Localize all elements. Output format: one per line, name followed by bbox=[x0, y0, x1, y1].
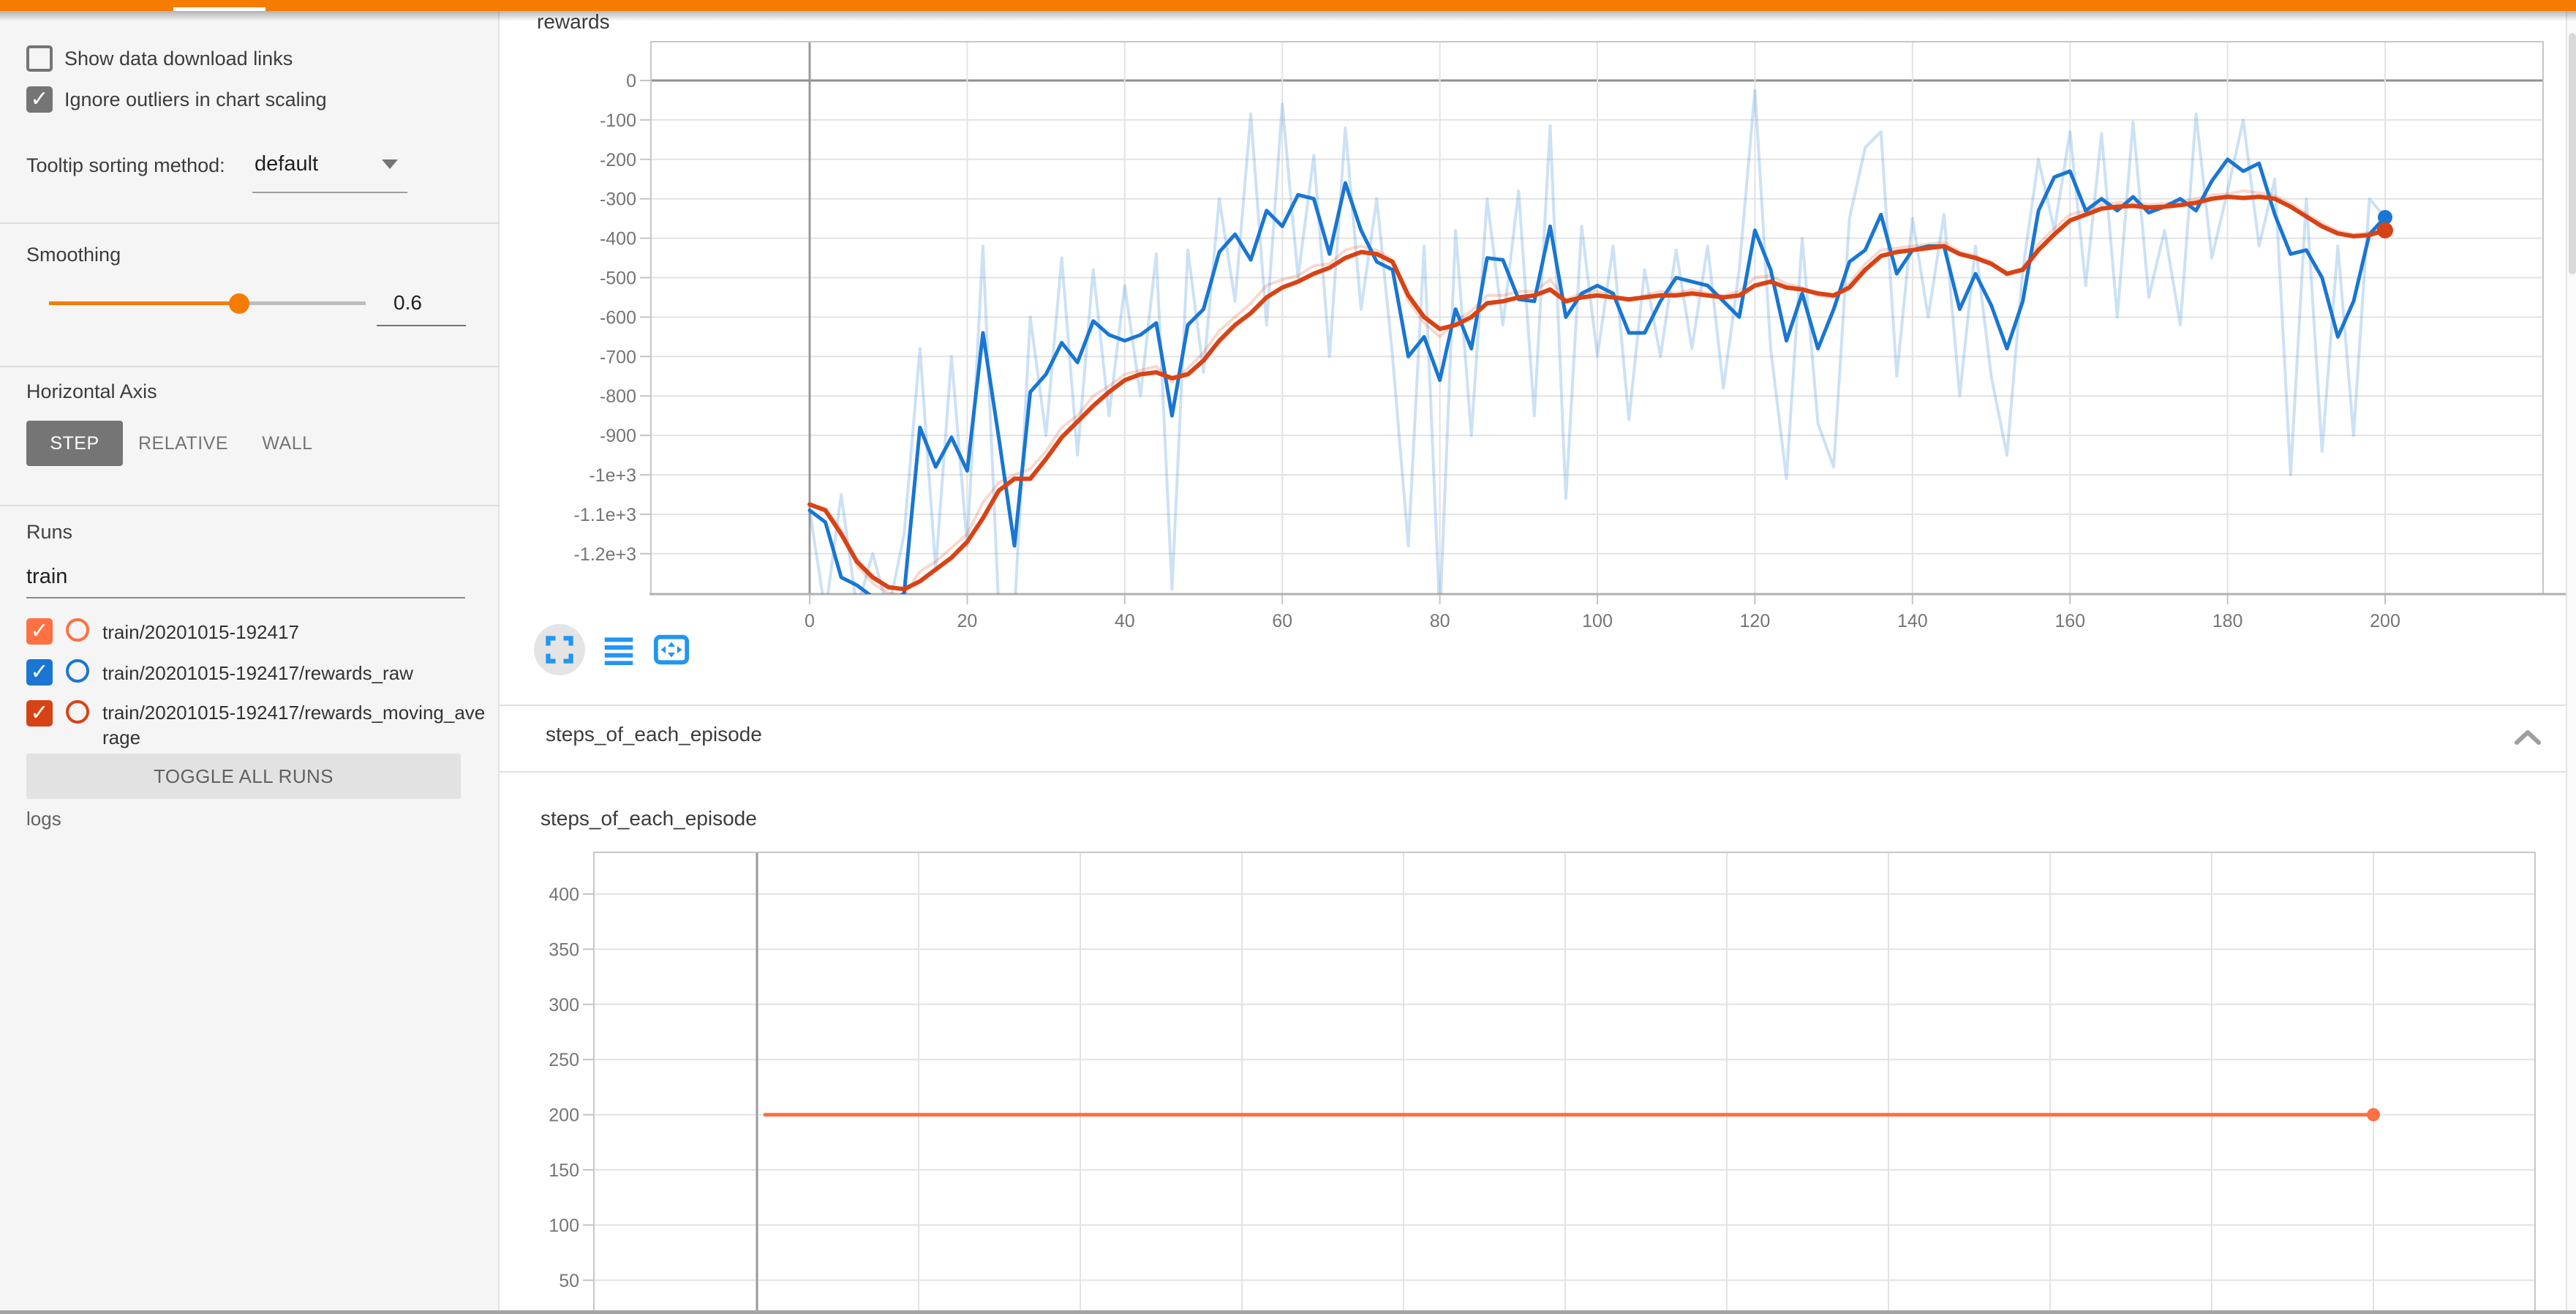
y-tick-label: 0 bbox=[626, 71, 636, 91]
run3-checkbox[interactable]: ✓ bbox=[26, 700, 53, 727]
y-tick-label: -1.2e+3 bbox=[574, 544, 637, 565]
show-download-links-label: Show data download links bbox=[64, 48, 293, 70]
tooltip-sort-underline bbox=[252, 192, 407, 193]
toggle-all-runs-button[interactable]: TOGGLE ALL RUNS bbox=[26, 754, 461, 799]
run-row[interactable]: ✓ train/20201015-192417/rewards_raw bbox=[26, 659, 486, 686]
y-tick-label: 350 bbox=[549, 939, 579, 960]
divider bbox=[0, 222, 500, 224]
check-icon: ✓ bbox=[30, 87, 48, 111]
y-tick-label: -1e+3 bbox=[589, 465, 636, 486]
y-tick-label: -900 bbox=[600, 426, 636, 446]
x-tick-label: 200 bbox=[2370, 611, 2400, 631]
window-bottom-edge bbox=[0, 1310, 2576, 1314]
y-tick-label: 50 bbox=[559, 1271, 579, 1291]
menu-bars-icon bbox=[603, 634, 634, 665]
dropdown-arrow-icon bbox=[382, 159, 398, 169]
run1-radio-icon[interactable] bbox=[66, 618, 89, 642]
x-tick-label: 80 bbox=[1430, 611, 1450, 631]
run-row[interactable]: ✓ train/20201015-192417/rewards_moving_a… bbox=[26, 700, 486, 750]
haxis-wall-button[interactable]: WALL bbox=[244, 421, 331, 466]
x-tick-label: 160 bbox=[2055, 611, 2085, 631]
expand-chart-button[interactable] bbox=[534, 624, 585, 675]
runs-filter-underline bbox=[26, 597, 465, 598]
run1-checkbox[interactable]: ✓ bbox=[26, 618, 53, 645]
y-tick-label: 250 bbox=[549, 1050, 579, 1070]
tooltip-sort-select[interactable]: default bbox=[255, 152, 318, 176]
ignore-outliers-row[interactable]: ✓ Ignore outliers in chart scaling bbox=[26, 86, 327, 113]
steps-chart-title: steps_of_each_episode bbox=[541, 807, 757, 830]
y-tick-label: -1.1e+3 bbox=[574, 505, 637, 525]
check-icon: ✓ bbox=[30, 701, 48, 725]
fit-domain-button[interactable] bbox=[652, 631, 690, 669]
divider bbox=[0, 505, 500, 506]
x-tick-label: 180 bbox=[2212, 611, 2243, 631]
y-tick-label: -100 bbox=[600, 110, 636, 131]
run2-radio-icon[interactable] bbox=[66, 659, 89, 683]
active-tab-indicator bbox=[173, 7, 265, 11]
settings-sidebar: Show data download links ✓ Ignore outlie… bbox=[0, 11, 500, 1314]
smoothing-value-underline bbox=[377, 325, 466, 326]
smoothing-slider-fill bbox=[49, 301, 239, 305]
steps-chart[interactable] bbox=[594, 852, 2535, 1314]
tooltip-sort-label: Tooltip sorting method: bbox=[26, 154, 225, 177]
run-row[interactable]: ✓ train/20201015-192417 bbox=[26, 618, 486, 645]
y-tick-label: -500 bbox=[600, 269, 636, 289]
runs-label: Runs bbox=[26, 521, 72, 544]
rewards-chart-title: rewards bbox=[537, 10, 610, 34]
horizontal-axis-label: Horizontal Axis bbox=[26, 380, 157, 403]
check-icon: ✓ bbox=[30, 660, 48, 684]
show-download-links-checkbox[interactable] bbox=[26, 45, 53, 72]
tensorboard-page: Show data download links ✓ Ignore outlie… bbox=[0, 0, 2576, 1314]
x-tick-label: 40 bbox=[1115, 611, 1135, 631]
ignore-outliers-label: Ignore outliers in chart scaling bbox=[64, 89, 327, 111]
run2-checkbox[interactable]: ✓ bbox=[26, 659, 53, 686]
y-tick-label: 150 bbox=[549, 1160, 579, 1181]
show-download-links-row[interactable]: Show data download links bbox=[26, 45, 293, 72]
run1-label: train/20201015-192417 bbox=[102, 620, 486, 645]
smoothing-label: Smoothing bbox=[26, 244, 121, 266]
run3-label: train/20201015-192417/rewards_moving_ave… bbox=[102, 700, 486, 750]
y-tick-label: -400 bbox=[600, 229, 636, 249]
y-tick-label: -300 bbox=[600, 189, 636, 210]
x-tick-label: 0 bbox=[805, 611, 815, 631]
haxis-step-button[interactable]: STEP bbox=[26, 421, 123, 466]
scrollbar-thumb[interactable] bbox=[2569, 33, 2576, 274]
x-tick-label: 140 bbox=[1897, 611, 1928, 631]
y-tick-label: 100 bbox=[549, 1215, 579, 1236]
y-tick-label: -600 bbox=[600, 307, 636, 328]
page-scrollbar[interactable] bbox=[2566, 11, 2576, 1314]
runs-filter-input[interactable]: train bbox=[26, 565, 67, 589]
y-tick-label: -800 bbox=[600, 386, 636, 407]
collapse-section-button[interactable] bbox=[2513, 729, 2542, 746]
section-header: steps_of_each_episode bbox=[546, 723, 762, 746]
y-tick-label: 400 bbox=[549, 885, 579, 905]
chart-toolbar bbox=[534, 623, 690, 676]
expand-icon bbox=[543, 634, 576, 666]
divider bbox=[0, 366, 500, 367]
fit-domain-icon bbox=[653, 634, 690, 666]
chevron-up-icon bbox=[2513, 729, 2542, 746]
section-divider bbox=[500, 705, 2566, 706]
y-tick-label: 300 bbox=[549, 995, 579, 1015]
rewards-chart[interactable] bbox=[651, 42, 2543, 594]
runs-footer-logs: logs bbox=[26, 808, 61, 830]
app-header-bar bbox=[0, 0, 2576, 11]
smoothing-value[interactable]: 0.6 bbox=[393, 291, 422, 315]
run2-label: train/20201015-192417/rewards_raw bbox=[102, 661, 486, 686]
toggle-y-axis-button[interactable] bbox=[600, 631, 638, 669]
smoothing-slider-thumb[interactable] bbox=[229, 293, 249, 314]
x-tick-label: 60 bbox=[1272, 611, 1292, 631]
x-tick-label: 100 bbox=[1582, 611, 1613, 631]
ignore-outliers-checkbox[interactable]: ✓ bbox=[26, 86, 53, 113]
x-tick-label: 20 bbox=[957, 611, 977, 631]
run3-radio-icon[interactable] bbox=[66, 700, 89, 724]
y-tick-label: 200 bbox=[549, 1105, 579, 1126]
check-icon: ✓ bbox=[30, 619, 48, 643]
section-divider bbox=[500, 771, 2566, 773]
haxis-relative-button[interactable]: RELATIVE bbox=[123, 421, 244, 466]
y-tick-label: -700 bbox=[600, 347, 636, 367]
y-tick-label: -200 bbox=[600, 150, 636, 170]
x-tick-label: 120 bbox=[1740, 611, 1771, 631]
